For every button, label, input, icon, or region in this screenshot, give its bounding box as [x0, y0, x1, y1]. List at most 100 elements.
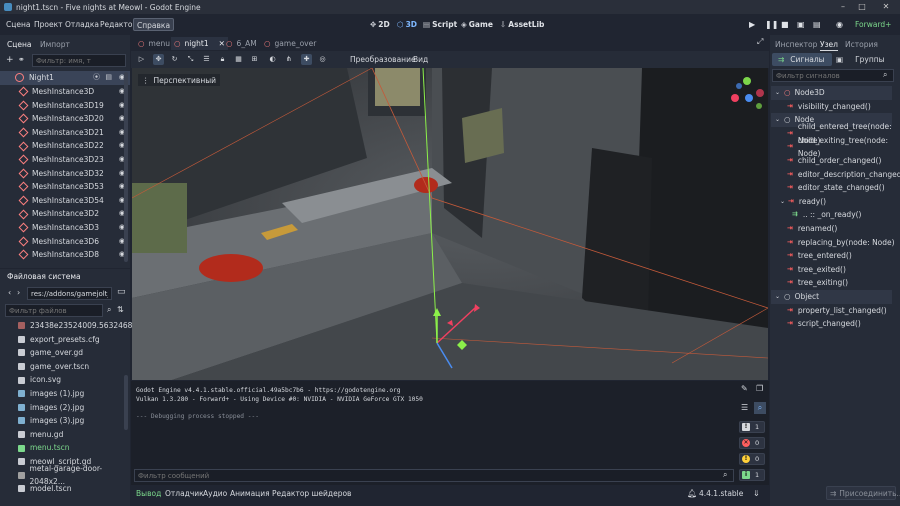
- scene-tree-item[interactable]: MeshInstance3D2 ◉: [6, 207, 128, 221]
- local-space-icon[interactable]: ◐: [267, 54, 278, 65]
- stop-button[interactable]: ■: [781, 18, 789, 31]
- scale-mode-icon[interactable]: ⤡: [185, 54, 196, 65]
- workspace-assetlib[interactable]: ⇩ AssetLib: [500, 18, 544, 31]
- snap-icon[interactable]: ⋔: [283, 54, 294, 65]
- link-icon[interactable]: ⚭: [18, 55, 25, 64]
- signal-item[interactable]: ⌄ ⇥ ready(): [780, 195, 826, 209]
- view-menu[interactable]: Вид: [413, 55, 428, 64]
- signal-item[interactable]: ⇥ script_changed(): [787, 317, 861, 331]
- file-item[interactable]: 23438e23524009.56324688...: [18, 319, 144, 333]
- signal-item[interactable]: ⇥ replacing_by(node: Node): [787, 236, 895, 250]
- tab-node[interactable]: Узел: [820, 38, 838, 51]
- maximize-button[interactable]: □: [852, 0, 872, 14]
- scene-tree-item[interactable]: MeshInstance3D8 ◉: [6, 248, 128, 262]
- play-custom-button[interactable]: ▤: [813, 18, 821, 31]
- scene-tree-item[interactable]: MeshInstance3D22 ◉: [6, 139, 128, 153]
- groups-tab[interactable]: ▣ Группы: [836, 53, 885, 66]
- scene-tree-item[interactable]: MeshInstance3D21 ◉: [6, 126, 128, 140]
- signal-item[interactable]: ⇥ editor_description_changed(...: [787, 168, 900, 182]
- scene-tree-item[interactable]: MeshInstance3D32 ◉: [6, 167, 128, 181]
- signal-item[interactable]: ⇥ tree_exited(): [787, 263, 846, 277]
- version-label[interactable]: 4.4.1.stable: [699, 489, 743, 498]
- signals-tab[interactable]: ⇉ Сигналы: [772, 53, 832, 66]
- file-item[interactable]: images (1).jpg: [18, 387, 84, 401]
- signal-item[interactable]: ⇥ child_order_changed(): [787, 154, 881, 168]
- distraction-free-icon[interactable]: ⤢: [757, 37, 763, 47]
- scene-tab-6am[interactable]: ○ 6_AM: [226, 37, 257, 50]
- 3d-viewport[interactable]: ⋮ Перспективный: [132, 68, 768, 380]
- workspace-script[interactable]: ▤ Script: [423, 18, 457, 31]
- play-button[interactable]: ▶: [749, 18, 755, 31]
- pause-button[interactable]: ❚❚: [765, 18, 778, 31]
- scene-tree-item[interactable]: MeshInstance3D20 ◉: [6, 112, 128, 126]
- script-attached-icon[interactable]: ▤: [105, 71, 112, 85]
- tab-debugger[interactable]: Отладчик: [165, 489, 204, 498]
- scene-tree-item[interactable]: MeshInstance3D ◉: [6, 85, 128, 99]
- gizmo-toggle-icon[interactable]: ✚: [301, 54, 312, 65]
- view-gizmo[interactable]: [729, 76, 765, 112]
- file-item[interactable]: menu.tscn: [18, 441, 70, 455]
- workspace-game[interactable]: ◈ Game: [461, 18, 493, 31]
- workspace-2d[interactable]: ✥ 2D: [370, 18, 390, 31]
- play-scene-button[interactable]: ▣: [797, 18, 805, 31]
- scene-tree-item[interactable]: MeshInstance3D6 ◉: [6, 235, 128, 249]
- signal-item[interactable]: ⇥ child_exiting_tree(node: Node): [787, 136, 900, 159]
- error-count-badge[interactable]: ✕ 0: [739, 437, 765, 449]
- signal-item[interactable]: ⇥ renamed(): [787, 222, 837, 236]
- back-arrow-icon[interactable]: ‹: [8, 288, 11, 297]
- file-item[interactable]: game_over.tscn: [18, 360, 89, 374]
- renderer-selector[interactable]: Forward+: [855, 18, 891, 31]
- tab-scene[interactable]: Сцена: [7, 38, 31, 51]
- warning-count-badge[interactable]: ! 0: [739, 453, 765, 465]
- scene-tree-item[interactable]: MeshInstance3D3 ◉: [6, 221, 128, 235]
- tab-audio[interactable]: Аудио: [203, 489, 227, 498]
- add-node-icon[interactable]: +: [6, 55, 14, 65]
- file-item[interactable]: metal-garage-door-2048x2...: [18, 464, 130, 486]
- toggle-bottom-panel-icon[interactable]: ⇓: [753, 489, 760, 498]
- play-icon[interactable]: ▷: [136, 54, 147, 65]
- tab-import[interactable]: Импорт: [40, 38, 70, 51]
- scene-tab-night1[interactable]: ○ night1 ✕: [171, 37, 228, 50]
- scene-tree-scrollbar[interactable]: [124, 72, 128, 262]
- split-view-icon[interactable]: ▭: [117, 287, 126, 297]
- close-button[interactable]: ✕: [876, 0, 896, 14]
- file-item[interactable]: icon.svg: [18, 373, 61, 387]
- file-item[interactable]: images (2).jpg: [18, 401, 84, 415]
- file-item[interactable]: menu.gd: [18, 428, 63, 442]
- info-count-badge[interactable]: i1: [739, 469, 765, 481]
- scene-tab-menu[interactable]: ○ menu: [138, 37, 170, 50]
- menu-project[interactable]: Проект: [31, 18, 66, 31]
- scene-tree-item[interactable]: MeshInstance3D19 ◉: [6, 99, 128, 113]
- list-select-icon[interactable]: ☰: [201, 54, 212, 65]
- file-filter-input[interactable]: [5, 304, 103, 317]
- close-tab-icon[interactable]: ✕: [219, 39, 225, 48]
- tab-output[interactable]: Вывод: [136, 489, 161, 498]
- connect-signal-button[interactable]: ⇉ Присоединить...: [826, 486, 900, 500]
- group-icon[interactable]: ▦: [233, 54, 244, 65]
- signal-item[interactable]: ⇥ tree_entered(): [787, 249, 852, 263]
- viewport-view-menu[interactable]: ⋮ Перспективный: [138, 74, 221, 86]
- scene-tab-game-over[interactable]: ○ game_over: [264, 37, 316, 50]
- search-icon[interactable]: ⌕: [107, 305, 111, 315]
- minimize-button[interactable]: –: [833, 0, 853, 14]
- file-item[interactable]: game_over.gd: [18, 346, 83, 360]
- signal-connection[interactable]: ⇉ .. :: _on_ready(): [792, 208, 862, 222]
- tab-shader-editor[interactable]: Редактор шейдеров: [272, 489, 351, 498]
- file-item[interactable]: images (3).jpg: [18, 414, 84, 428]
- ruler-icon[interactable]: ⊞: [249, 54, 260, 65]
- rotate-mode-icon[interactable]: ↻: [169, 54, 180, 65]
- transform-menu[interactable]: Преобразование: [350, 55, 416, 64]
- clear-output-icon[interactable]: ✎: [741, 384, 748, 393]
- tab-inspector[interactable]: Инспектор: [775, 38, 817, 51]
- environment-icon[interactable]: ◎: [317, 54, 328, 65]
- menu-debug[interactable]: Отладка: [62, 18, 102, 31]
- signal-filter-input[interactable]: [772, 69, 894, 82]
- copy-output-icon[interactable]: ❐: [756, 384, 763, 393]
- scene-tree-item[interactable]: MeshInstance3D54 ◉: [6, 194, 128, 208]
- scene-tree-item[interactable]: MeshInstance3D23 ◉: [6, 153, 128, 167]
- signal-section-node3d[interactable]: ⌄ ○ Node3D: [771, 86, 892, 100]
- movie-maker-button[interactable]: ◉: [836, 18, 843, 31]
- menu-help[interactable]: Справка: [133, 18, 175, 31]
- signal-item[interactable]: ⇥ editor_state_changed(): [787, 181, 885, 195]
- tab-history[interactable]: История: [845, 38, 878, 51]
